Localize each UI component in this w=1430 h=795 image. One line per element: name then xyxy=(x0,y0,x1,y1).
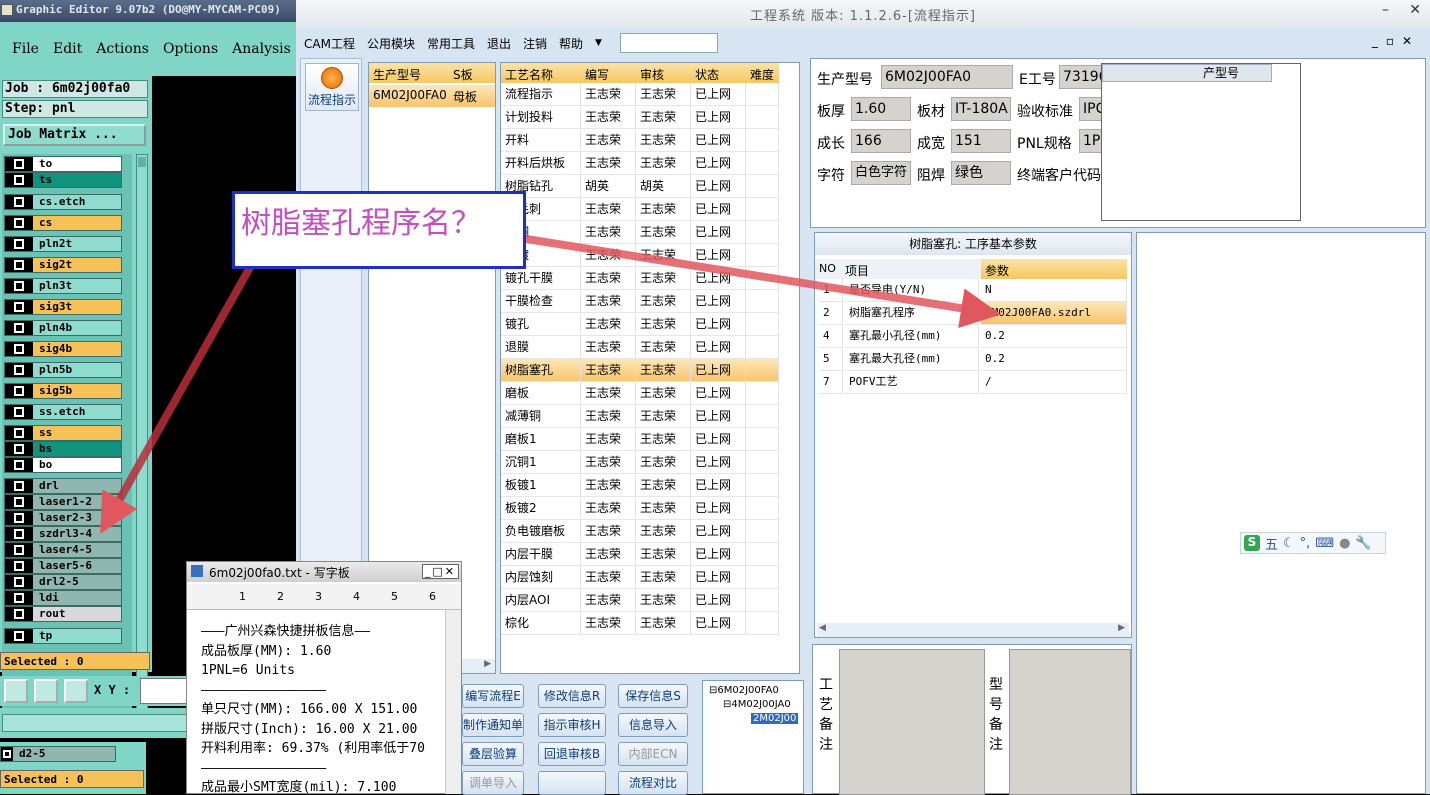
moon-icon[interactable]: ☾ xyxy=(1283,536,1295,551)
annotation-arrows xyxy=(100,226,1001,534)
keyboard-icon[interactable]: ⌨ xyxy=(1315,536,1334,551)
callout-box: 树脂塞孔程序名？ xyxy=(232,191,526,269)
arrow-to-param xyxy=(469,226,1001,328)
ime-mode[interactable]: 五 xyxy=(1265,534,1278,553)
ime-toolbar[interactable]: S 五 ☾ °, ⌨ ● 🔧 xyxy=(1240,532,1386,554)
arrow-to-layer xyxy=(100,244,266,534)
wrench-icon[interactable]: 🔧 xyxy=(1355,536,1371,551)
user-icon[interactable]: ● xyxy=(1339,536,1350,551)
ime-logo-icon: S xyxy=(1244,535,1260,551)
punctuation-icon[interactable]: °, xyxy=(1300,536,1311,551)
